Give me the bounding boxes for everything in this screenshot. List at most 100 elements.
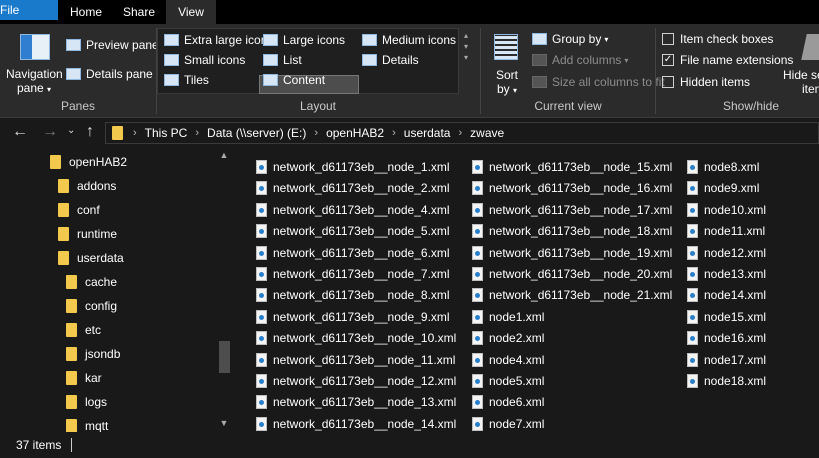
up-arrow-icon[interactable]: ↑ (86, 123, 94, 141)
breadcrumb-zwave[interactable]: zwave (470, 126, 504, 140)
tree-item-mqtt[interactable]: mqtt (66, 415, 108, 432)
size-columns-button[interactable]: Size all columns to fit (532, 75, 665, 89)
file-item[interactable]: network_d61173eb__node_4.xml (256, 200, 450, 220)
file-name-extensions-toggle[interactable]: ✓ File name extensions (662, 53, 793, 67)
file-item[interactable]: node7.xml (472, 414, 544, 432)
layout-content[interactable]: Content (263, 73, 325, 87)
file-item[interactable]: node4.xml (472, 350, 544, 370)
chevron-right-icon: › (314, 127, 319, 139)
scrollbar-thumb[interactable] (219, 341, 230, 373)
tree-item-kar[interactable]: kar (66, 367, 102, 389)
file-name: node8.xml (704, 160, 760, 174)
file-item[interactable]: network_d61173eb__node_2.xml (256, 178, 450, 198)
file-item[interactable]: network_d61173eb__node_14.xml (256, 414, 456, 432)
panes-group-label: Panes (60, 99, 96, 113)
file-item[interactable]: node8.xml (687, 157, 759, 177)
hidden-items-toggle[interactable]: Hidden items (662, 75, 750, 89)
checkbox (662, 76, 674, 88)
layout-small-icons[interactable]: Small icons (164, 53, 245, 67)
tree-item-userdata[interactable]: userdata (58, 247, 124, 269)
file-item[interactable]: node2.xml (472, 328, 544, 348)
breadcrumb-openhab2[interactable]: openHAB2 (326, 126, 384, 140)
file-item[interactable]: network_d61173eb__node_1.xml (256, 157, 450, 177)
hide-selected-label: Hide sel (783, 68, 819, 82)
file-item[interactable]: network_d61173eb__node_6.xml (256, 243, 450, 263)
tiles-icon (164, 74, 179, 86)
tree-item-conf[interactable]: conf (58, 199, 100, 221)
file-item[interactable]: network_d61173eb__node_12.xml (256, 371, 456, 391)
tree-item-openhab2[interactable]: openHAB2 (50, 151, 127, 173)
address-bar[interactable]: › This PC › Data (\\server) (E:) › openH… (105, 122, 819, 144)
tree-item-etc[interactable]: etc (66, 319, 101, 341)
file-item[interactable]: node16.xml (687, 328, 766, 348)
details-pane-button[interactable]: Details pane (66, 67, 153, 81)
tree-item-addons[interactable]: addons (58, 175, 116, 197)
file-name: network_d61173eb__node_5.xml (273, 224, 450, 239)
file-item[interactable]: network_d61173eb__node_8.xml (256, 285, 450, 305)
recent-locations-chevron-icon[interactable]: ⌄ (67, 125, 75, 136)
layout-tiles[interactable]: Tiles (164, 73, 209, 87)
file-item[interactable]: network_d61173eb__node_19.xml (472, 243, 672, 263)
file-item[interactable]: node10.xml (687, 200, 766, 220)
file-item[interactable]: network_d61173eb__node_7.xml (256, 264, 450, 284)
file-item[interactable]: network_d61173eb__node_15.xml (472, 157, 672, 177)
group-by-button[interactable]: Group by ▾ (532, 32, 608, 46)
file-item[interactable]: node15.xml (687, 307, 766, 327)
layout-scroll-arrows[interactable]: ▴ ▾ ▾ (461, 30, 471, 63)
tab-view[interactable]: View (166, 0, 216, 24)
file-item[interactable]: node6.xml (472, 392, 544, 412)
tab-file[interactable]: File (0, 0, 58, 20)
tab-share[interactable]: Share (114, 0, 164, 24)
add-columns-button[interactable]: Add columns ▾ (532, 53, 628, 67)
file-item[interactable]: network_d61173eb__node_13.xml (256, 392, 456, 412)
file-item[interactable]: network_d61173eb__node_17.xml (472, 200, 672, 220)
scroll-down-icon[interactable]: ▼ (216, 416, 232, 430)
tree-item-runtime[interactable]: runtime (58, 223, 117, 245)
layout-list[interactable]: List (263, 53, 302, 67)
navigation-pane-button[interactable]: Navigation pane ▾ (6, 28, 63, 96)
back-arrow-icon[interactable]: ← (12, 123, 28, 141)
file-item[interactable]: network_d61173eb__node_9.xml (256, 307, 450, 327)
xml-file-icon (472, 160, 483, 174)
file-item[interactable]: network_d61173eb__node_20.xml (472, 264, 672, 284)
layout-details[interactable]: Details (362, 53, 419, 67)
file-item[interactable]: network_d61173eb__node_18.xml (472, 221, 672, 241)
file-item[interactable]: node18.xml (687, 371, 766, 391)
file-item[interactable]: network_d61173eb__node_16.xml (472, 178, 672, 198)
file-item[interactable]: network_d61173eb__node_10.xml (256, 328, 456, 348)
layout-medium-icons[interactable]: Medium icons (362, 33, 456, 47)
breadcrumb-userdata[interactable]: userdata (404, 126, 451, 140)
preview-pane-button[interactable]: Preview pane (66, 38, 159, 52)
file-name: network_d61173eb__node_11.xml (273, 352, 456, 367)
tree-item-cache[interactable]: cache (66, 271, 117, 293)
file-item[interactable]: node13.xml (687, 264, 766, 284)
file-item[interactable]: node12.xml (687, 243, 766, 263)
item-check-boxes-toggle[interactable]: Item check boxes (662, 32, 773, 46)
tree-item-jsondb[interactable]: jsondb (66, 343, 120, 365)
hide-selected-items-button[interactable]: Hide sel item (782, 28, 819, 96)
xml-file-icon (256, 202, 267, 217)
hide-selected-icon (801, 34, 819, 60)
file-item[interactable]: node11.xml (687, 221, 765, 241)
layout-large-icons[interactable]: Large icons (263, 33, 345, 47)
file-item[interactable]: node17.xml (687, 350, 766, 370)
file-item[interactable]: network_d61173eb__node_5.xml (256, 221, 450, 241)
tab-home[interactable]: Home (58, 0, 114, 24)
file-item[interactable]: network_d61173eb__node_21.xml (472, 285, 672, 305)
file-item[interactable]: node1.xml (472, 307, 544, 327)
forward-arrow-icon[interactable]: → (42, 123, 58, 141)
file-item[interactable]: node5.xml (472, 371, 544, 391)
breadcrumb-drive[interactable]: Data (\\server) (E:) (207, 126, 306, 140)
file-item[interactable]: node14.xml (687, 285, 766, 305)
layout-extra-large-icons[interactable]: Extra large icons (164, 33, 273, 47)
breadcrumb-this-pc[interactable]: This PC (145, 126, 188, 140)
tree-item-logs[interactable]: logs (66, 391, 107, 413)
scroll-up-icon[interactable]: ▲ (216, 148, 232, 162)
xml-file-icon (256, 374, 267, 388)
nav-pane-scrollbar[interactable]: ▲ ▼ (216, 148, 232, 432)
folder-icon (66, 419, 77, 432)
file-item[interactable]: node9.xml (687, 178, 759, 198)
file-item[interactable]: network_d61173eb__node_11.xml (256, 350, 455, 370)
tree-item-config[interactable]: config (66, 295, 117, 317)
sort-by-button[interactable]: Sort by ▾ (488, 28, 526, 96)
